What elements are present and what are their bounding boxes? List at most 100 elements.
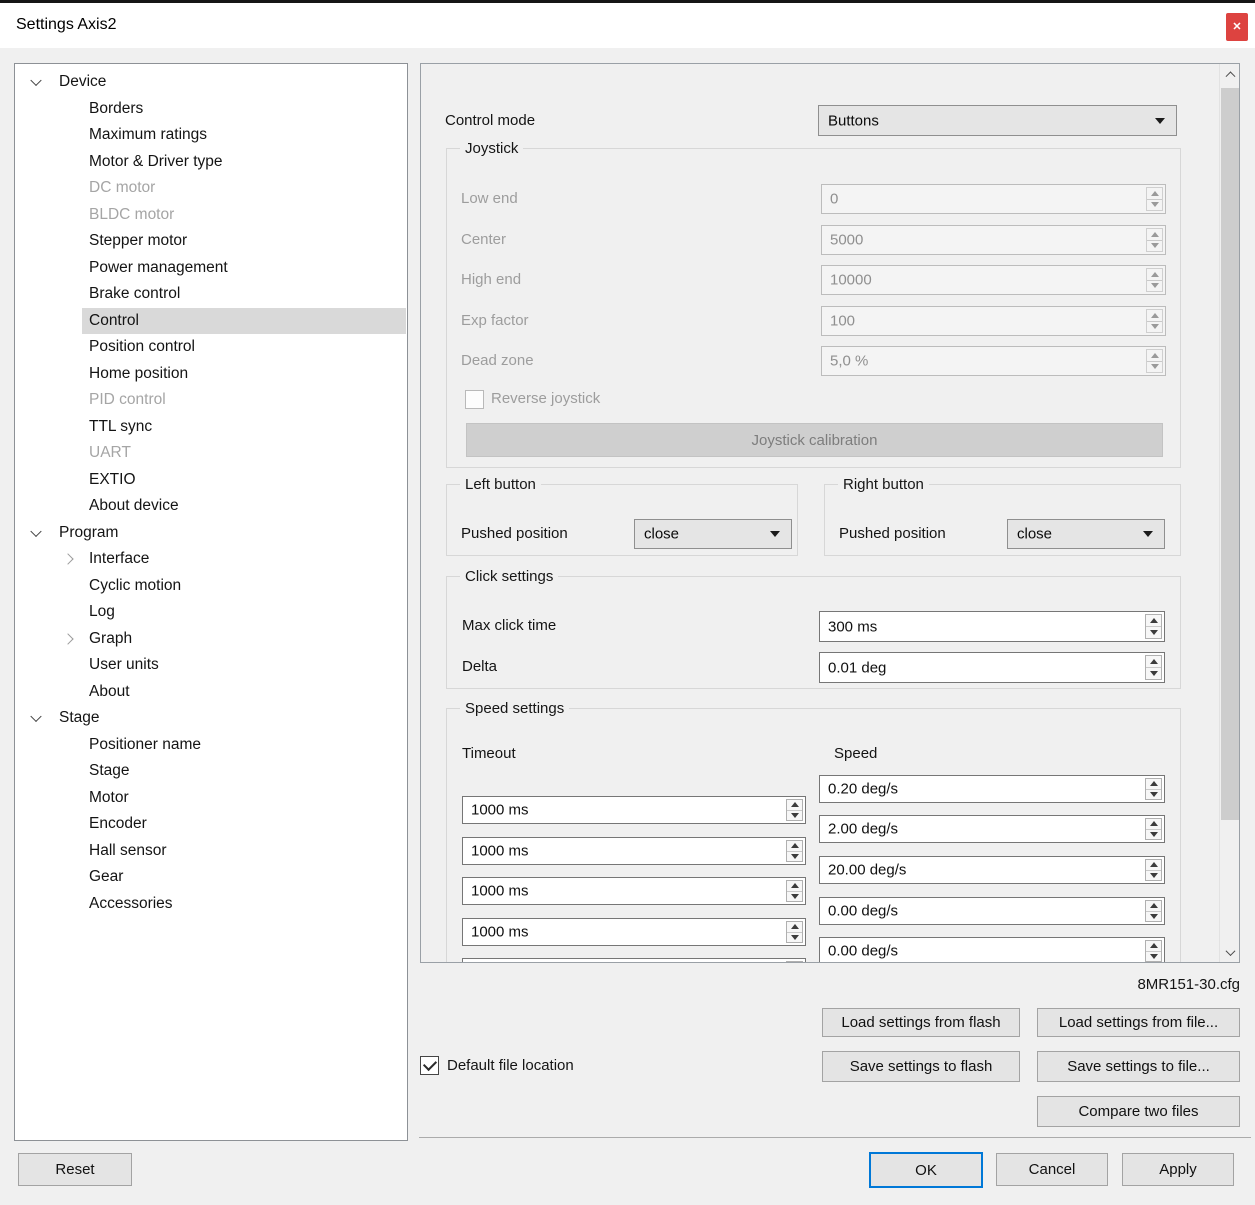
load-settings-from-file-button[interactable]: Load settings from file... [1037,1008,1240,1037]
spin-up-icon[interactable] [1147,229,1162,240]
load-settings-from-flash-button[interactable]: Load settings from flash [822,1008,1020,1037]
save-settings-to-file-button[interactable]: Save settings to file... [1037,1051,1240,1082]
tree-item-ttl-sync[interactable]: TTL sync [15,414,407,441]
spin-up-icon[interactable] [1147,269,1162,280]
max-click-time-spinbox[interactable]: 300 ms [819,611,1165,642]
spin-buttons[interactable] [1146,228,1163,252]
tree-item-borders[interactable]: Borders [15,96,407,123]
spin-buttons[interactable] [1145,655,1162,680]
spin-buttons[interactable] [1145,818,1162,840]
spin-down-icon[interactable] [1146,789,1161,800]
chevron-down-icon[interactable] [30,711,41,722]
tree-item-device[interactable]: Device [15,69,407,96]
right-pushed-position-select[interactable]: close [1007,519,1165,549]
spin-up-icon[interactable] [1146,860,1161,870]
tree-item-extio[interactable]: EXTIO [15,467,407,494]
chevron-down-icon[interactable] [30,75,41,86]
spin-up-icon[interactable] [787,841,802,851]
spin-up-icon[interactable] [787,800,802,810]
spin-down-icon[interactable] [1147,361,1162,373]
tree-item-stepper-motor[interactable]: Stepper motor [15,228,407,255]
delta-spinbox[interactable]: 0.01 deg [819,652,1165,683]
tree-item-maximum-ratings[interactable]: Maximum ratings [15,122,407,149]
spin-up-icon[interactable] [787,881,802,891]
tree-item-cyclic-motion[interactable]: Cyclic motion [15,573,407,600]
speed-spinbox-5[interactable]: 0.00 deg/s [819,937,1165,963]
spin-down-icon[interactable] [1146,870,1161,881]
tree-item-hall-sensor[interactable]: Hall sensor [15,838,407,865]
tree-item-gear[interactable]: Gear [15,864,407,891]
tree-item-motor[interactable]: Motor [15,785,407,812]
spin-down-icon[interactable] [1147,321,1162,333]
tree-item-brake-control[interactable]: Brake control [15,281,407,308]
timeout-spinbox-3[interactable]: 1000 ms [462,877,806,905]
save-settings-to-flash-button[interactable]: Save settings to flash [822,1051,1020,1082]
speed-spinbox-2[interactable]: 2.00 deg/s [819,815,1165,843]
spin-buttons[interactable] [1145,940,1162,962]
spin-up-icon[interactable] [1147,310,1162,321]
tree-item-dc-motor[interactable]: DC motor [15,175,407,202]
dead-zone-spinbox[interactable]: 5,0 % [821,346,1166,376]
speed-spinbox-4[interactable]: 0.00 deg/s [819,897,1165,925]
tree-item-log[interactable]: Log [15,599,407,626]
spin-down-icon[interactable] [1146,626,1161,638]
spin-down-icon[interactable] [1147,199,1162,211]
spin-buttons[interactable] [786,799,803,821]
spin-buttons[interactable] [1146,268,1163,292]
spin-up-icon[interactable] [1146,615,1161,626]
tree-item-encoder[interactable]: Encoder [15,811,407,838]
scrollbar-down-button[interactable] [1220,943,1240,962]
speed-spinbox-1[interactable]: 0.20 deg/s [819,775,1165,803]
spin-down-icon[interactable] [787,891,802,902]
tree-item-graph[interactable]: Graph [15,626,407,653]
spin-up-icon[interactable] [1146,941,1161,951]
spin-buttons[interactable] [1146,309,1163,333]
timeout-spinbox-4[interactable]: 1000 ms [462,918,806,946]
tree-item-control[interactable]: Control [15,308,407,335]
spin-buttons[interactable] [1145,900,1162,922]
close-button[interactable]: ✕ [1226,13,1248,41]
spin-up-icon[interactable] [1147,188,1162,199]
center-spinbox[interactable]: 5000 [821,225,1166,255]
spin-down-icon[interactable] [1146,829,1161,840]
reset-button[interactable]: Reset [18,1153,132,1186]
tree-item-interface[interactable]: Interface [15,546,407,573]
spin-buttons[interactable] [1145,859,1162,881]
tree-item-stage[interactable]: Stage [15,705,407,732]
scrollbar-up-button[interactable] [1220,64,1240,83]
compare-two-files-button[interactable]: Compare two files [1037,1096,1240,1127]
scrollbar-thumb[interactable] [1221,88,1239,820]
tree-item-uart[interactable]: UART [15,440,407,467]
reverse-joystick-checkbox[interactable] [465,390,484,409]
control-mode-select[interactable]: Buttons [818,105,1177,136]
default-file-location-checkbox[interactable] [420,1056,439,1075]
chevron-right-icon[interactable] [62,633,73,644]
chevron-right-icon[interactable] [62,554,73,565]
spin-up-icon[interactable] [787,962,802,963]
spin-down-icon[interactable] [787,810,802,821]
left-pushed-position-select[interactable]: close [634,519,792,549]
spin-down-icon[interactable] [1146,951,1161,962]
ok-button[interactable]: OK [869,1152,983,1188]
spin-buttons[interactable] [786,921,803,943]
tree-item-program[interactable]: Program [15,520,407,547]
tree-item-user-units[interactable]: User units [15,652,407,679]
spin-up-icon[interactable] [1147,350,1162,361]
spin-buttons[interactable] [1145,778,1162,800]
tree-item-bldc-motor[interactable]: BLDC motor [15,202,407,229]
spin-down-icon[interactable] [1146,911,1161,922]
spin-buttons[interactable] [786,840,803,862]
cancel-button[interactable]: Cancel [996,1153,1108,1186]
spin-buttons[interactable] [1146,187,1163,211]
vertical-scrollbar[interactable] [1219,64,1239,962]
tree-item-positioner-name[interactable]: Positioner name [15,732,407,759]
exp-factor-spinbox[interactable]: 100 [821,306,1166,336]
tree-item-power-management[interactable]: Power management [15,255,407,282]
spin-down-icon[interactable] [1146,667,1161,679]
high-end-spinbox[interactable]: 10000 [821,265,1166,295]
tree-item-about[interactable]: About [15,679,407,706]
speed-spinbox-3[interactable]: 20.00 deg/s [819,856,1165,884]
spin-up-icon[interactable] [1146,819,1161,829]
spin-buttons[interactable] [786,961,803,963]
timeout-spinbox-1[interactable]: 1000 ms [462,796,806,824]
